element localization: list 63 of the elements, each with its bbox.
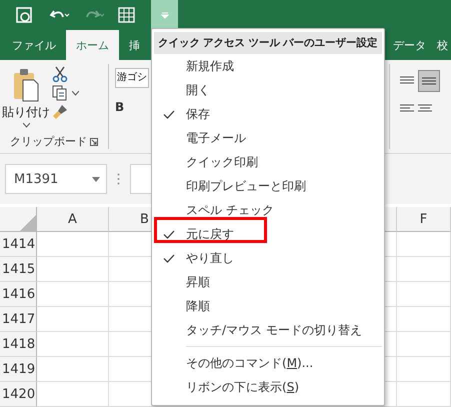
clipboard-icon (13, 68, 39, 102)
dots-icon (117, 173, 120, 185)
ribbon-tab[interactable]: ファイル (0, 30, 66, 60)
menu-item[interactable]: やり直し (186, 250, 234, 266)
grid-cell[interactable] (37, 382, 109, 407)
ribbon-tab[interactable]: データ (385, 30, 434, 60)
caret-icon (22, 123, 30, 128)
menu-item[interactable]: 新規作成 (186, 58, 234, 74)
menu-item[interactable]: 開く (186, 82, 210, 98)
grid-cell[interactable] (397, 332, 451, 357)
row-header[interactable]: 1419 (0, 357, 37, 382)
brush-icon[interactable] (52, 104, 68, 120)
grid-cell[interactable] (397, 357, 451, 382)
grid-cell[interactable] (37, 257, 109, 282)
menu-title: クイック アクセス ツール バーのユーザー設定 (154, 32, 382, 54)
grid-cell[interactable] (397, 307, 451, 332)
dialog-launcher-icon[interactable] (90, 138, 98, 146)
ribbon-tab[interactable]: 校 (434, 30, 451, 60)
paste-button[interactable]: 貼り付け (0, 64, 52, 134)
grid-cell[interactable] (37, 307, 109, 332)
dropdown-icon (160, 11, 170, 19)
menu-item[interactable]: 保存 (186, 106, 210, 122)
menu-item[interactable]: クイック印刷 (186, 154, 258, 170)
row-header[interactable]: 1416 (0, 282, 37, 307)
column-header[interactable]: F (397, 207, 451, 232)
ribbon-tab[interactable]: ホーム (66, 30, 119, 60)
grid-cell[interactable] (37, 357, 109, 382)
align-left-icon[interactable] (400, 104, 414, 114)
name-box[interactable]: M1391 (5, 164, 107, 194)
ribbon-tab[interactable]: 挿 (119, 30, 150, 60)
grid-cell[interactable] (37, 332, 109, 357)
grid-cell[interactable] (37, 282, 109, 307)
grid-cell[interactable] (397, 257, 451, 282)
menu-item[interactable]: 印刷プレビューと印刷 (186, 178, 306, 194)
row-header[interactable]: 1415 (0, 257, 37, 282)
menu-item[interactable]: その他のコマンド(M)... (186, 354, 314, 372)
scissors-icon[interactable] (52, 66, 68, 82)
bold-button[interactable]: B (115, 100, 129, 114)
grid-cell[interactable] (397, 282, 451, 307)
menu-item[interactable]: 降順 (186, 298, 210, 314)
grid-cell[interactable] (397, 232, 451, 257)
align-top-icon[interactable] (400, 76, 414, 86)
column-header[interactable]: A (37, 207, 109, 232)
dropdown-icon[interactable] (92, 176, 100, 182)
row-header[interactable]: 1414 (0, 232, 37, 257)
row-header[interactable]: 1418 (0, 332, 37, 357)
grid-cell[interactable] (37, 232, 109, 257)
menu-item[interactable]: 昇順 (186, 274, 210, 290)
group-label: クリップボード (10, 134, 87, 149)
customize-toolbar-button[interactable] (151, 0, 178, 30)
copy-icon[interactable] (52, 85, 68, 101)
align-center-icon[interactable] (418, 104, 432, 114)
row-header[interactable]: 1420 (0, 382, 37, 407)
menu-item[interactable]: 元に戻す (186, 226, 234, 242)
align-middle-icon[interactable] (418, 70, 440, 92)
menu-item[interactable]: リボンの下に表示(S) (186, 378, 299, 396)
menu-item[interactable]: スペル チェック (186, 202, 274, 218)
font-name-field[interactable]: 游ゴシ (115, 68, 149, 88)
grid-cell[interactable] (397, 382, 451, 407)
menu-item[interactable]: タッチ/マウス モードの切り替え (186, 322, 362, 338)
row-header[interactable]: 1417 (0, 307, 37, 332)
menu-item[interactable]: 電子メール (186, 130, 246, 146)
caret-icon[interactable] (72, 90, 79, 96)
